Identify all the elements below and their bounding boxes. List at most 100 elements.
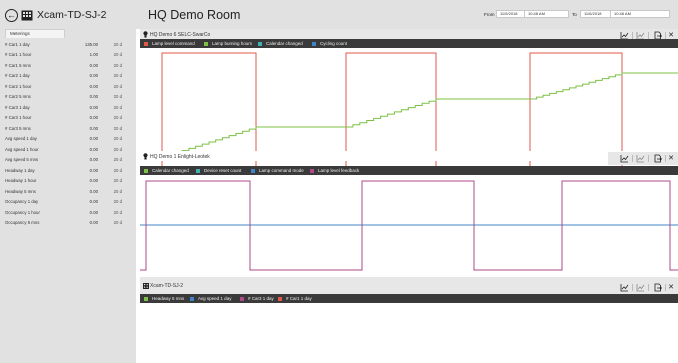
metering-age: 20 d (113, 136, 122, 142)
header: HQ Demo Room From 11/5/2018 10:48 AM To … (136, 0, 678, 29)
lightbulb-icon (143, 153, 148, 160)
metering-age: 20 d (113, 188, 122, 194)
metering-row[interactable]: # Car2 5 mns 0.00 20 d (0, 91, 136, 101)
metering-row[interactable]: Avg speed 1 hour 0.00 20 d (0, 144, 136, 154)
to-time-input[interactable]: 10:48 AM (610, 10, 670, 18)
chart-legend: Headway 5 mns Avg speed 1 day # Car3 1 d… (140, 294, 678, 303)
legend-item[interactable]: Device reset count (196, 166, 241, 175)
back-arrow-icon[interactable]: ← (5, 8, 18, 22)
lightbulb-icon (143, 31, 148, 38)
metering-age: 20 d (113, 167, 122, 173)
metering-value: 0.00 (89, 104, 98, 110)
legend-item[interactable]: Avg speed 1 day (190, 294, 231, 303)
metering-age: 20 d (113, 62, 122, 68)
metering-row[interactable]: Occupancy 1 hour 0.00 20 d (0, 207, 136, 217)
metering-name: Avg speed 1 hour (5, 146, 39, 152)
close-icon[interactable]: ✕ (668, 283, 674, 292)
metering-value: 0.00 (89, 146, 98, 152)
tab-meterings[interactable]: Meterings (5, 29, 65, 38)
metering-age: 20 d (113, 178, 122, 184)
metering-row[interactable]: Headway 1 hour 0.00 20 d (0, 175, 136, 185)
export-icon[interactable] (653, 154, 662, 163)
metering-age: 20 d (113, 115, 122, 121)
metering-age: 20 d (113, 52, 122, 58)
metering-age: 20 d (113, 94, 122, 100)
legend-item[interactable]: Lamp level feedback (310, 166, 359, 175)
metering-row[interactable]: # Car2 1 hour 0.00 20 d (0, 81, 136, 91)
metering-row[interactable]: # Car1 5 mns 0.00 20 d (0, 60, 136, 70)
metering-row[interactable]: Avg speed 1 day 0.00 20 d (0, 133, 136, 143)
legend-item[interactable]: Headway 5 mns (144, 294, 184, 303)
metering-name: # Car2 1 hour (5, 83, 32, 89)
series-line-lamp-level-command (140, 52, 678, 168)
camera-device-icon (21, 10, 33, 20)
metering-value: 0.00 (89, 94, 98, 100)
legend-swatch (240, 296, 244, 301)
metering-value: 0.00 (89, 167, 98, 173)
metering-value: 0.00 (89, 199, 98, 205)
close-icon[interactable]: ✕ (668, 154, 674, 163)
chart-plot-area (140, 180, 678, 271)
sidebar: ← Xcam-TD-SJ-2 Meterings # Car1 1 day 135… (0, 0, 136, 363)
panel-header: HQ Demo 1 Enlight-Leotek (140, 151, 678, 161)
area-chart-icon[interactable] (636, 154, 645, 163)
panel-toolbar: ✕ (608, 152, 678, 165)
metering-row[interactable]: # Car2 1 day 0.00 20 d (0, 70, 136, 80)
metering-value: 0.00 (89, 209, 98, 215)
metering-name: Occupancy 1 hour (5, 209, 40, 215)
legend-item[interactable]: # Car3 1 day (240, 294, 274, 303)
metering-row[interactable]: # Car1 1 day 135.00 20 d (0, 39, 136, 49)
legend-item[interactable]: # Car1 1 day (278, 294, 312, 303)
metering-row[interactable]: Headway 1 day 0.00 20 d (0, 165, 136, 175)
metering-age: 20 d (113, 104, 122, 110)
metering-value: 135.00 (84, 42, 98, 47)
metering-value: 0.00 (89, 136, 98, 142)
panel-header: Xcam-TD-SJ-2 (140, 277, 678, 294)
from-time-input[interactable]: 10:48 AM (524, 10, 569, 18)
panel-title: HQ Demo 6 SELC-SwarCo (150, 31, 211, 38)
metering-age: 20 d (113, 73, 122, 79)
legend-item[interactable]: Calendar changed (144, 166, 189, 175)
metering-name: Avg speed 1 day (5, 136, 37, 142)
metering-age: 20 d (113, 42, 122, 47)
export-icon[interactable] (653, 283, 662, 292)
chart-panel-2: HQ Demo 1 Enlight-Leotek ✕ Calendar chan… (140, 151, 678, 276)
legend-item[interactable]: Lamp burning hours (204, 39, 252, 48)
metering-age: 20 d (113, 199, 122, 205)
panel-header: HQ Demo 6 SELC-SwarCo (140, 29, 678, 39)
legend-swatch (312, 41, 316, 46)
chart-legend: Calendar changed Device reset count Lamp… (140, 166, 678, 175)
legend-swatch (144, 41, 148, 46)
metering-row[interactable]: # Car1 1 hour 1.00 20 d (0, 49, 136, 59)
metering-name: Occupancy 5 mns (5, 219, 40, 225)
legend-item[interactable]: Lamp level command (144, 39, 195, 48)
legend-swatch (204, 41, 208, 46)
line-chart-icon[interactable] (620, 283, 629, 292)
metering-value: 0.00 (89, 157, 98, 163)
metering-name: # Car1 1 day (5, 42, 30, 47)
metering-value: 0.00 (89, 178, 98, 184)
metering-age: 20 d (113, 146, 122, 152)
metering-row[interactable]: Avg speed 5 mns 0.00 20 d (0, 154, 136, 164)
legend-item[interactable]: Lamp command mode (251, 166, 304, 175)
chart-panel-3: Xcam-TD-SJ-2 ✕ Headway 5 mns Avg speed 1… (140, 277, 678, 363)
metering-list: # Car1 1 day 135.00 20 d # Car1 1 hour 1.00 2… (0, 39, 136, 227)
metering-name: # Car3 1 day (5, 104, 30, 110)
metering-row[interactable]: Headway 5 mns 0.00 20 d (0, 186, 136, 196)
legend-item[interactable]: Cycling count (312, 39, 347, 48)
metering-row[interactable]: # Car3 5 mns 0.00 20 d (0, 123, 136, 133)
line-chart-icon[interactable] (620, 154, 629, 163)
metering-age: 20 d (113, 83, 122, 89)
metering-name: Headway 1 day (5, 167, 35, 173)
panel-title: Xcam-TD-SJ-2 (150, 283, 184, 289)
metering-name: # Car3 5 mns (5, 125, 31, 131)
legend-item[interactable]: Calendar changed (258, 39, 303, 48)
metering-name: Headway 5 mns (5, 188, 36, 194)
area-chart-icon[interactable] (636, 283, 645, 292)
metering-value: 0.00 (89, 83, 98, 89)
legend-swatch (144, 296, 148, 301)
metering-row[interactable]: # Car3 1 hour 0.00 20 d (0, 112, 136, 122)
metering-row[interactable]: # Car3 1 day 0.00 20 d (0, 102, 136, 112)
metering-row[interactable]: Occupancy 1 day 0.00 20 d (0, 196, 136, 206)
metering-row[interactable]: Occupancy 5 mns 0.00 20 d (0, 217, 136, 227)
